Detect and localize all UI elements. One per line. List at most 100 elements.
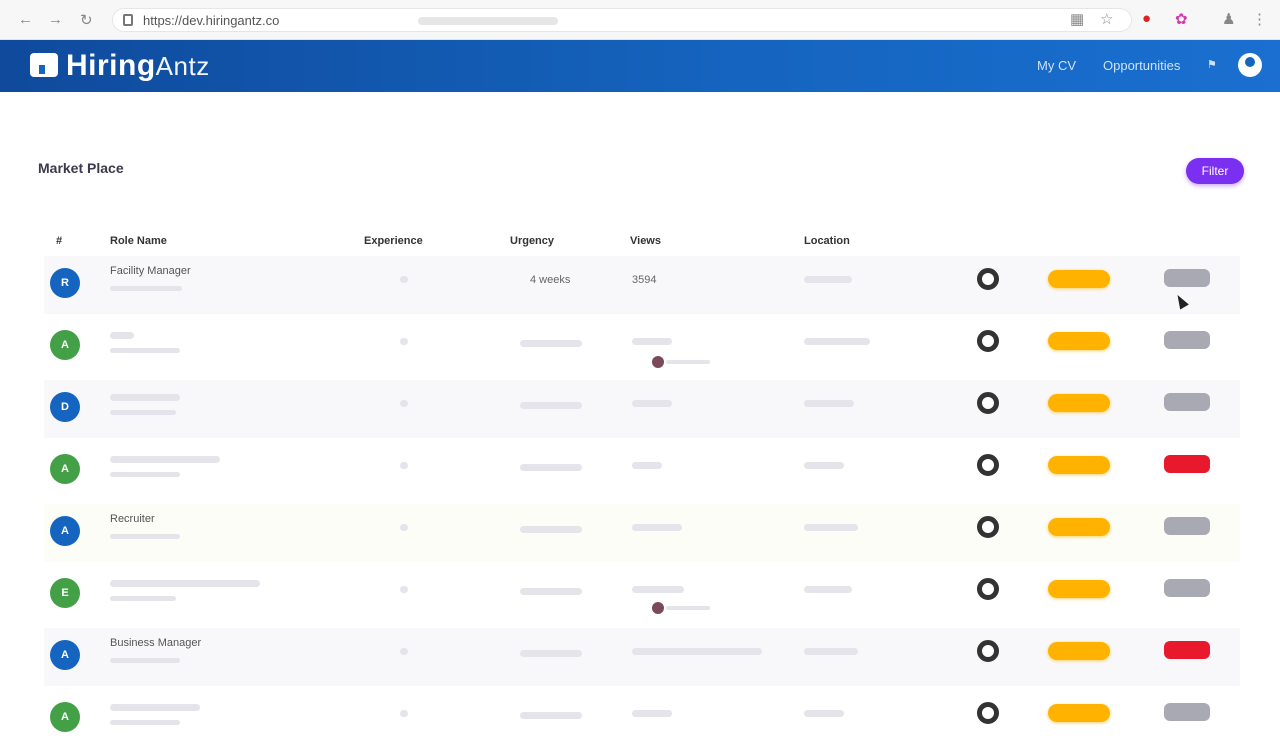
views-blurred xyxy=(632,400,672,407)
status-badge[interactable] xyxy=(1164,393,1210,411)
url-text: https://dev.hiringantz.co xyxy=(143,13,280,28)
table-row[interactable]: A xyxy=(44,318,1240,376)
avatar-badge: E xyxy=(50,578,80,608)
location-blurred xyxy=(804,338,870,345)
role-name[interactable]: Recruiter xyxy=(110,513,155,525)
apply-button[interactable] xyxy=(1048,394,1110,412)
urgency-blurred xyxy=(520,464,582,471)
experience-blurred xyxy=(400,276,408,283)
table-row[interactable]: A xyxy=(44,442,1240,500)
avatar-badge: A xyxy=(50,330,80,360)
role-name-blurred[interactable] xyxy=(110,580,260,587)
settings-icon[interactable] xyxy=(977,516,999,538)
nav-my-cv[interactable]: My CV xyxy=(1037,58,1076,73)
notification-icon[interactable]: ⚑ xyxy=(1207,58,1217,71)
settings-icon[interactable] xyxy=(977,268,999,290)
status-badge[interactable] xyxy=(1164,517,1210,535)
col-header-role[interactable]: Role Name xyxy=(110,235,167,247)
table-row[interactable]: E xyxy=(44,566,1240,624)
nav-opportunities[interactable]: Opportunities xyxy=(1103,58,1180,73)
status-badge[interactable] xyxy=(1164,641,1210,659)
profile-icon[interactable]: ♟ xyxy=(1222,10,1235,28)
status-badge[interactable] xyxy=(1164,703,1210,721)
app-header: HiringAntz My CV Opportunities ⚑ xyxy=(0,40,1280,92)
star-icon[interactable]: ☆ xyxy=(1100,10,1113,28)
menu-icon[interactable]: ⋮ xyxy=(1252,10,1267,28)
table-row[interactable]: D xyxy=(44,380,1240,438)
view-detail-blurred xyxy=(666,360,710,364)
apply-button[interactable] xyxy=(1048,580,1110,598)
settings-icon[interactable] xyxy=(977,392,999,414)
settings-icon[interactable] xyxy=(977,640,999,662)
col-header-views[interactable]: Views xyxy=(630,235,661,247)
apply-button[interactable] xyxy=(1048,642,1110,660)
logo-bold: Hiring xyxy=(66,49,156,82)
status-badge[interactable] xyxy=(1164,331,1210,349)
apply-button[interactable] xyxy=(1048,704,1110,722)
avatar-badge: A xyxy=(50,702,80,732)
role-subtitle-blurred xyxy=(110,286,182,291)
logo-thin: Antz xyxy=(155,51,210,81)
back-icon[interactable]: ← xyxy=(18,11,33,28)
status-badge[interactable] xyxy=(1164,455,1210,473)
role-name[interactable]: Business Manager xyxy=(110,637,201,649)
status-badge[interactable] xyxy=(1164,269,1210,287)
col-header-experience[interactable]: Experience xyxy=(364,235,423,247)
logo-icon[interactable] xyxy=(30,53,58,77)
apply-button[interactable] xyxy=(1048,518,1110,536)
role-subtitle-blurred xyxy=(110,720,180,725)
apply-button[interactable] xyxy=(1048,332,1110,350)
col-header-urgency[interactable]: Urgency xyxy=(510,235,554,247)
url-path-blurred xyxy=(418,17,558,25)
urgency-blurred xyxy=(520,712,582,719)
status-badge[interactable] xyxy=(1164,579,1210,597)
urgency-blurred xyxy=(520,340,582,347)
urgency-blurred xyxy=(520,588,582,595)
view-detail-blurred xyxy=(666,606,710,610)
role-subtitle-blurred xyxy=(110,658,180,663)
avatar-badge: A xyxy=(50,516,80,546)
table-row[interactable]: A xyxy=(44,690,1240,748)
role-subtitle-blurred xyxy=(110,472,180,477)
table-row[interactable]: A Recruiter xyxy=(44,504,1240,562)
urgency-blurred xyxy=(520,650,582,657)
opera-icon[interactable]: ● xyxy=(1142,10,1151,27)
settings-icon[interactable] xyxy=(977,330,999,352)
role-name-blurred[interactable] xyxy=(110,456,220,463)
avatar-badge: A xyxy=(50,640,80,670)
table-row[interactable]: R Facility Manager 4 weeks 3594 xyxy=(44,256,1240,314)
address-bar[interactable]: https://dev.hiringantz.co xyxy=(112,8,1132,32)
avatar[interactable] xyxy=(1238,53,1262,77)
table-row[interactable]: A Business Manager xyxy=(44,628,1240,686)
role-name[interactable]: Facility Manager xyxy=(110,265,191,277)
views-blurred xyxy=(632,338,672,345)
location-blurred xyxy=(804,462,844,469)
translate-icon[interactable]: ▦ xyxy=(1070,10,1084,28)
filter-button[interactable]: Filter xyxy=(1186,158,1244,184)
apply-button[interactable] xyxy=(1048,456,1110,474)
role-name-blurred[interactable] xyxy=(110,332,134,339)
experience-blurred xyxy=(400,710,408,717)
location-blurred xyxy=(804,400,854,407)
view-marker-icon xyxy=(652,356,664,368)
urgency-value: 4 weeks xyxy=(530,274,571,286)
role-subtitle-blurred xyxy=(110,348,180,353)
reload-icon[interactable]: ↻ xyxy=(80,11,93,29)
views-blurred xyxy=(632,648,762,655)
role-name-blurred[interactable] xyxy=(110,394,180,401)
settings-icon[interactable] xyxy=(977,702,999,724)
views-blurred xyxy=(632,710,672,717)
avatar-badge: R xyxy=(50,268,80,298)
col-header-index[interactable]: # xyxy=(56,235,62,247)
apply-button[interactable] xyxy=(1048,270,1110,288)
settings-icon[interactable] xyxy=(977,578,999,600)
views-blurred xyxy=(632,462,662,469)
role-name-blurred[interactable] xyxy=(110,704,200,711)
col-header-location[interactable]: Location xyxy=(804,235,850,247)
forward-icon[interactable]: → xyxy=(48,11,63,28)
location-blurred xyxy=(804,710,844,717)
experience-blurred xyxy=(400,338,408,345)
extension-icon[interactable]: ✿ xyxy=(1175,10,1188,28)
settings-icon[interactable] xyxy=(977,454,999,476)
logo[interactable]: HiringAntz xyxy=(66,49,210,83)
